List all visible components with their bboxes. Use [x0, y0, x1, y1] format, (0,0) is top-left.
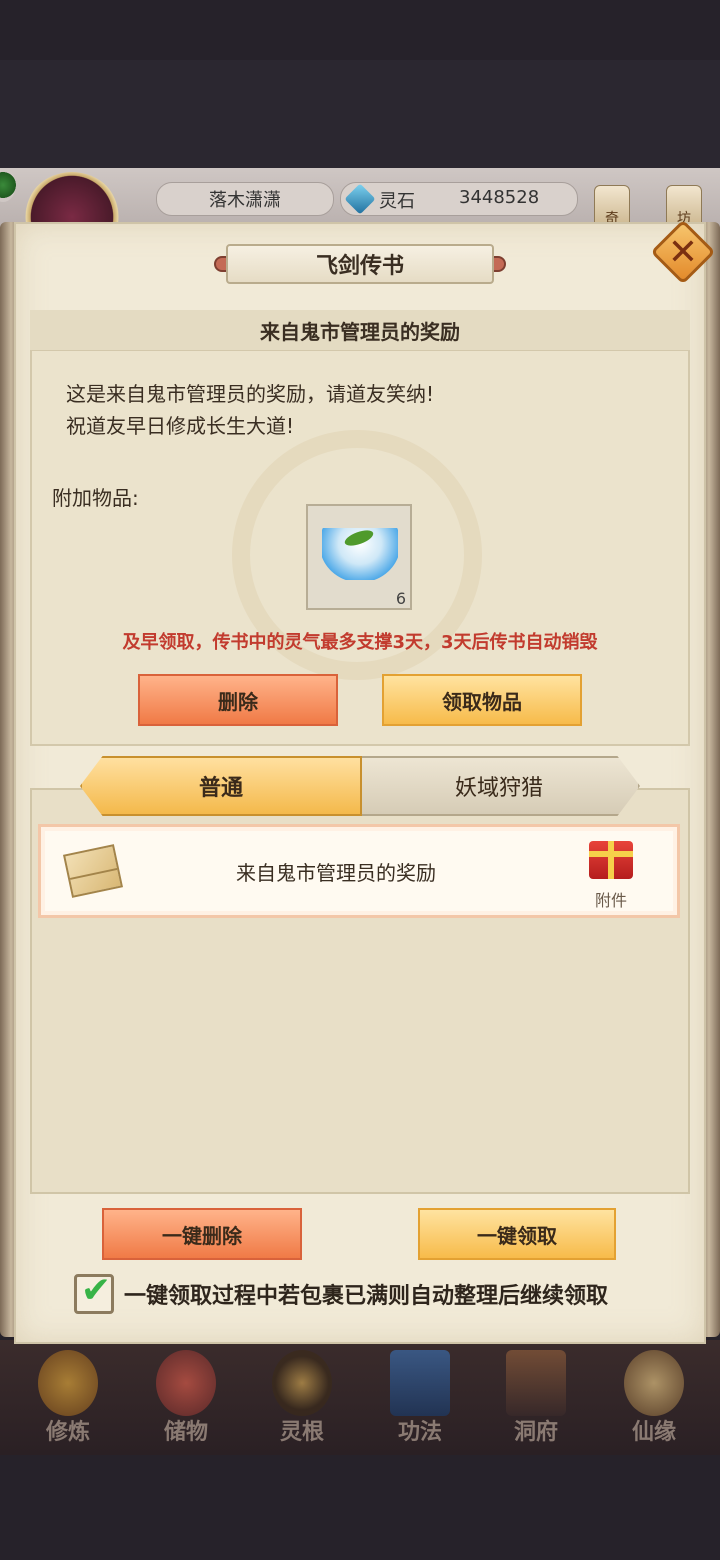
gourd-icon	[624, 1350, 684, 1416]
dialog-title: 飞剑传书	[226, 244, 494, 284]
tab-normal[interactable]: 普通	[80, 756, 362, 816]
mail-body-line: 这是来自鬼市管理员的奖励，请道友笑纳!	[66, 382, 435, 406]
mail-body: 这是来自鬼市管理员的奖励，请道友笑纳! 祝道友早日修成长生大道!	[66, 378, 434, 442]
bottom-background	[0, 1455, 720, 1560]
close-icon[interactable]: ✕	[660, 229, 706, 275]
gift-icon	[589, 841, 633, 879]
nav-item-fortune[interactable]: 仙缘	[604, 1350, 704, 1450]
checkmark-icon[interactable]: ✔	[74, 1268, 118, 1312]
book-icon	[390, 1350, 450, 1416]
attachment-tag: 附件	[594, 891, 627, 910]
player-name: 落木潇潇	[156, 182, 334, 216]
expiry-warning: 及早领取，传书中的灵气最多支撑3天，3天后传书自动销毁	[122, 632, 598, 653]
item-count: 6	[395, 589, 406, 608]
meditation-icon	[38, 1350, 98, 1416]
nav-label: 灵根	[279, 1420, 324, 1445]
nav-label: 储物	[163, 1420, 208, 1445]
nav-item-cave[interactable]: 洞府	[486, 1350, 586, 1450]
currency-display: 灵石 3448528	[340, 182, 578, 216]
mail-subject: 来自鬼市管理员的奖励	[30, 310, 690, 351]
list-item-title: 来自鬼市管理员的奖励	[236, 860, 436, 885]
claim-item-button[interactable]: 领取物品	[382, 674, 582, 726]
nav-item-cultivate[interactable]: 修炼	[18, 1350, 118, 1450]
attachment-label: 附加物品:	[52, 486, 139, 510]
spirit-root-icon	[272, 1350, 332, 1416]
top-background	[0, 60, 720, 170]
currency-label: 灵石	[379, 191, 415, 212]
cave-house-icon	[506, 1350, 566, 1416]
attached-item-slot[interactable]: 6	[306, 504, 412, 610]
bulk-delete-button[interactable]: 一键删除	[102, 1208, 302, 1260]
nav-item-storage[interactable]: 储物	[136, 1350, 236, 1450]
tab-demon-hunt[interactable]: 妖域狩猎	[358, 756, 640, 816]
bulk-claim-button[interactable]: 一键领取	[418, 1208, 616, 1260]
nav-label: 修炼	[45, 1420, 90, 1445]
currency-value: 3448528	[459, 187, 540, 208]
mail-body-line: 祝道友早日修成长生大道!	[66, 414, 295, 438]
nav-label: 洞府	[513, 1420, 558, 1445]
nav-item-spirit-root[interactable]: 灵根	[252, 1350, 352, 1450]
delete-button[interactable]: 删除	[138, 674, 338, 726]
nav-item-techniques[interactable]: 功法	[370, 1350, 470, 1450]
spirit-stone-icon	[344, 183, 376, 215]
list-item[interactable]: 来自鬼市管理员的奖励 附件	[38, 824, 680, 918]
nav-label: 功法	[397, 1420, 442, 1445]
auto-sort-label: 一键领取过程中若包裹已满则自动整理后继续领取	[124, 1284, 609, 1309]
nav-label: 仙缘	[631, 1420, 676, 1445]
bag-icon	[156, 1350, 216, 1416]
